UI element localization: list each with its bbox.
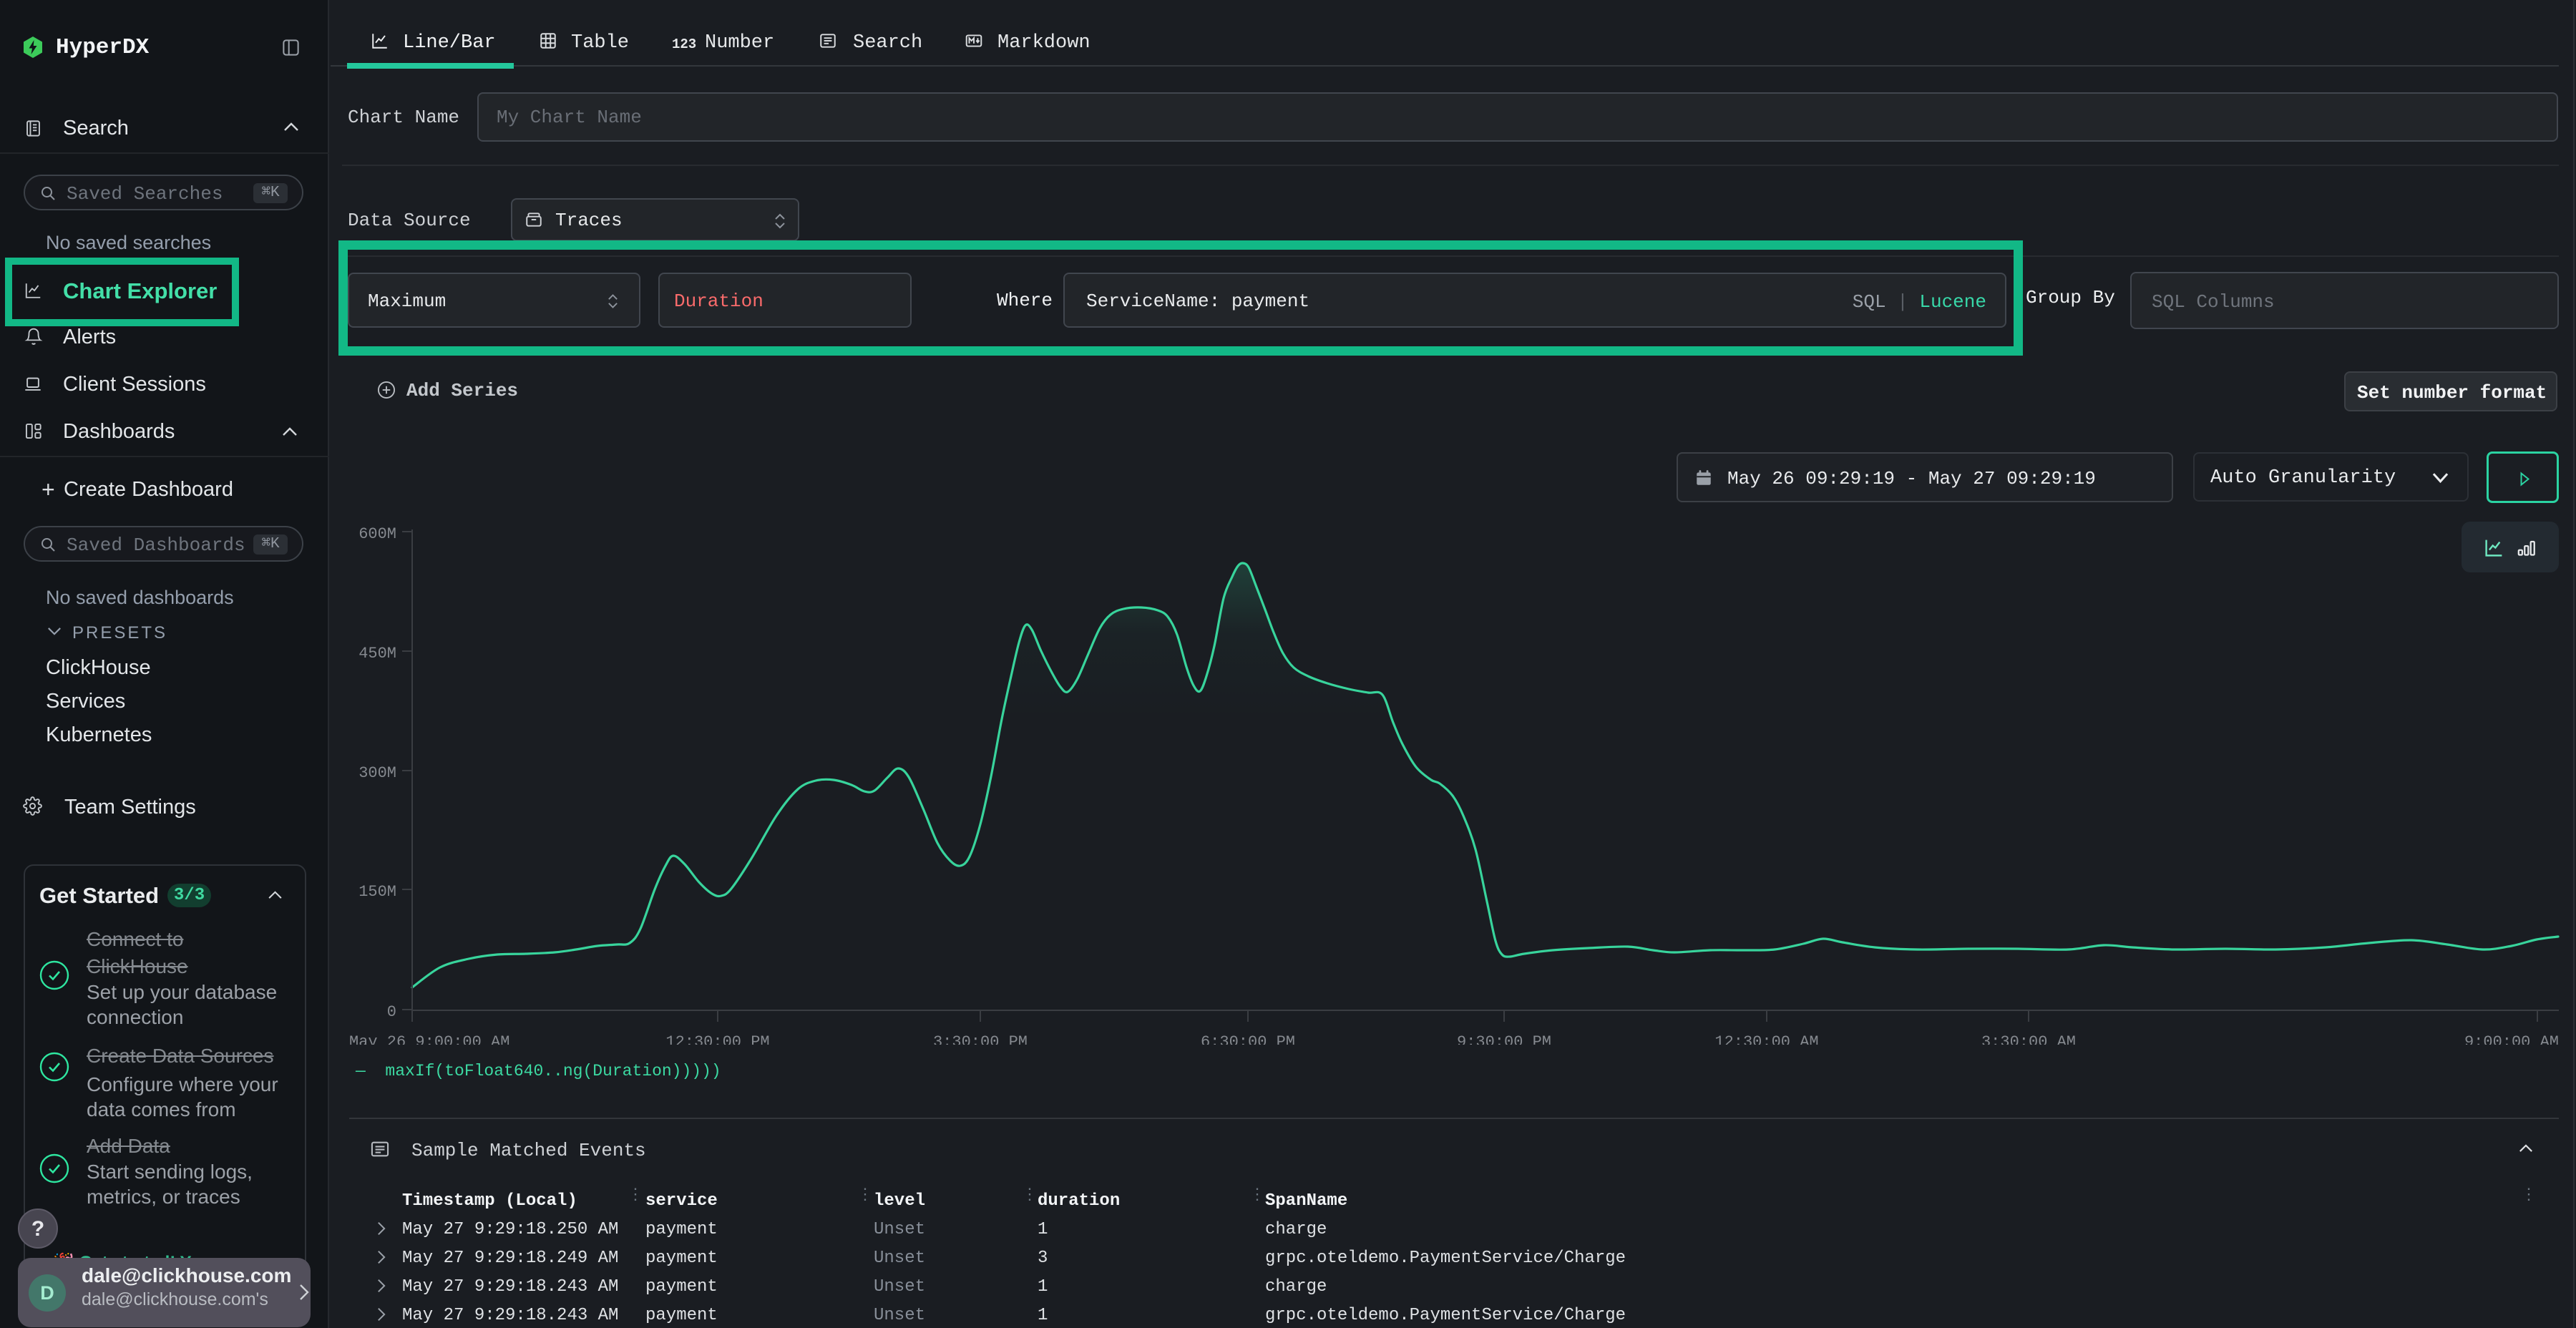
svg-text:May 26 9:00:00 AM: May 26 9:00:00 AM [349, 1033, 509, 1045]
svg-text:12:30:00 PM: 12:30:00 PM [665, 1033, 769, 1045]
svg-text:9:30:00 PM: 9:30:00 PM [1457, 1033, 1551, 1045]
svg-text:3:30:00 AM: 3:30:00 AM [1981, 1033, 2076, 1045]
svg-text:12:30:00 AM: 12:30:00 AM [1714, 1033, 1818, 1045]
svg-text:450M: 450M [358, 645, 396, 663]
svg-text:6:30:00 PM: 6:30:00 PM [1201, 1033, 1295, 1045]
svg-text:0: 0 [387, 1003, 396, 1021]
svg-text:150M: 150M [358, 883, 396, 901]
svg-text:3:30:00 PM: 3:30:00 PM [933, 1033, 1028, 1045]
svg-text:300M: 300M [358, 764, 396, 782]
svg-text:9:00:00 AM: 9:00:00 AM [2464, 1033, 2559, 1045]
svg-text:600M: 600M [358, 525, 396, 543]
